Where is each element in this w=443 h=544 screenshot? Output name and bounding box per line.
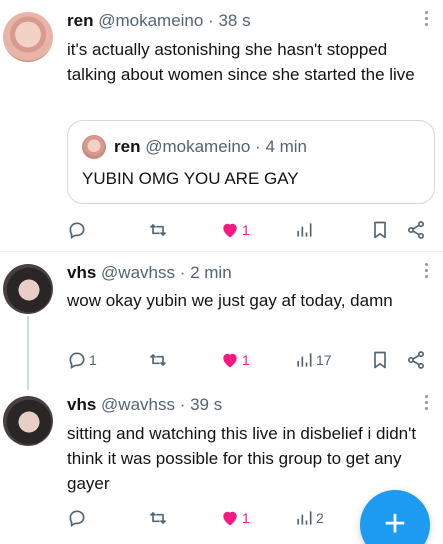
like-button[interactable]: 1 — [220, 506, 250, 530]
reply-button[interactable]: 1 — [67, 348, 97, 372]
like-button[interactable]: 1 — [220, 218, 250, 242]
display-name[interactable]: vhs — [67, 263, 96, 282]
handle-and-time: @wavhss · 2 min — [101, 263, 232, 282]
quoted-display-name: ren — [114, 137, 141, 156]
handle-and-time: @wavhss · 39 s — [101, 395, 223, 414]
share-icon — [408, 221, 424, 239]
bookmark-icon — [374, 221, 386, 239]
tweet-header: ren @mokameino · 38 s — [67, 10, 251, 32]
tweet-1[interactable]: ren @mokameino · 38 s it's actually asto… — [0, 0, 443, 250]
views-icon — [297, 511, 312, 525]
retweet-icon — [149, 512, 167, 524]
reply-icon — [69, 222, 85, 240]
bookmark-icon — [374, 351, 386, 369]
retweet-icon — [149, 354, 167, 366]
tweet-header: vhs @wavhss · 2 min — [67, 262, 232, 284]
action-bar: 1 1 17 — [67, 348, 437, 372]
heart-icon — [223, 353, 237, 368]
handle-and-time: @mokameino · 38 s — [98, 11, 251, 30]
retweet-button[interactable] — [147, 218, 171, 242]
reply-icon — [69, 352, 85, 370]
bookmark-button[interactable] — [370, 348, 390, 372]
share-icon — [408, 351, 424, 369]
views-icon — [297, 223, 312, 237]
heart-icon — [223, 223, 237, 238]
display-name[interactable]: vhs — [67, 395, 96, 414]
like-count: 1 — [242, 222, 250, 238]
reply-icon — [69, 510, 85, 528]
avatar[interactable] — [3, 264, 53, 314]
quoted-text: YUBIN OMG YOU ARE GAY — [82, 169, 299, 188]
more-icon[interactable] — [425, 11, 429, 29]
quoted-header: ren @mokameino · 4 min — [114, 136, 307, 158]
views-count: 17 — [316, 352, 332, 368]
action-bar: 1 — [67, 218, 437, 242]
views-count: 2 — [316, 510, 324, 526]
tweet-header: vhs @wavhss · 39 s — [67, 394, 222, 416]
bookmark-button[interactable] — [370, 218, 390, 242]
like-button[interactable]: 1 — [220, 348, 250, 372]
quoted-tweet[interactable]: ren @mokameino · 4 min YUBIN OMG YOU ARE… — [67, 120, 435, 204]
like-count: 1 — [242, 510, 250, 526]
views-button[interactable]: 2 — [294, 506, 324, 530]
quoted-avatar — [82, 135, 106, 159]
more-icon[interactable] — [425, 263, 429, 281]
compose-icon: + — [383, 503, 407, 544]
retweet-icon — [149, 224, 167, 236]
reply-button[interactable] — [67, 506, 89, 530]
display-name[interactable]: ren — [67, 11, 93, 30]
retweet-button[interactable] — [147, 506, 171, 530]
share-button[interactable] — [406, 218, 426, 242]
reply-count: 1 — [89, 352, 97, 368]
retweet-button[interactable] — [147, 348, 171, 372]
tweet-text: sitting and watching this live in disbel… — [67, 424, 417, 493]
tweet-2[interactable]: vhs @wavhss · 2 min wow okay yubin we ju… — [0, 252, 443, 382]
heart-icon — [223, 511, 237, 526]
views-button[interactable] — [294, 218, 316, 242]
quoted-handle-and-time: @mokameino · 4 min — [145, 137, 308, 156]
views-button[interactable]: 17 — [294, 348, 332, 372]
avatar[interactable] — [3, 396, 53, 446]
tweet-text: it's actually astonishing she hasn't sto… — [67, 40, 415, 84]
more-icon[interactable] — [425, 395, 429, 413]
share-button[interactable] — [406, 348, 426, 372]
reply-button[interactable] — [67, 218, 89, 242]
like-count: 1 — [242, 352, 250, 368]
avatar[interactable] — [3, 12, 53, 62]
views-icon — [297, 353, 312, 367]
tweet-text: wow okay yubin we just gay af today, dam… — [67, 291, 393, 310]
